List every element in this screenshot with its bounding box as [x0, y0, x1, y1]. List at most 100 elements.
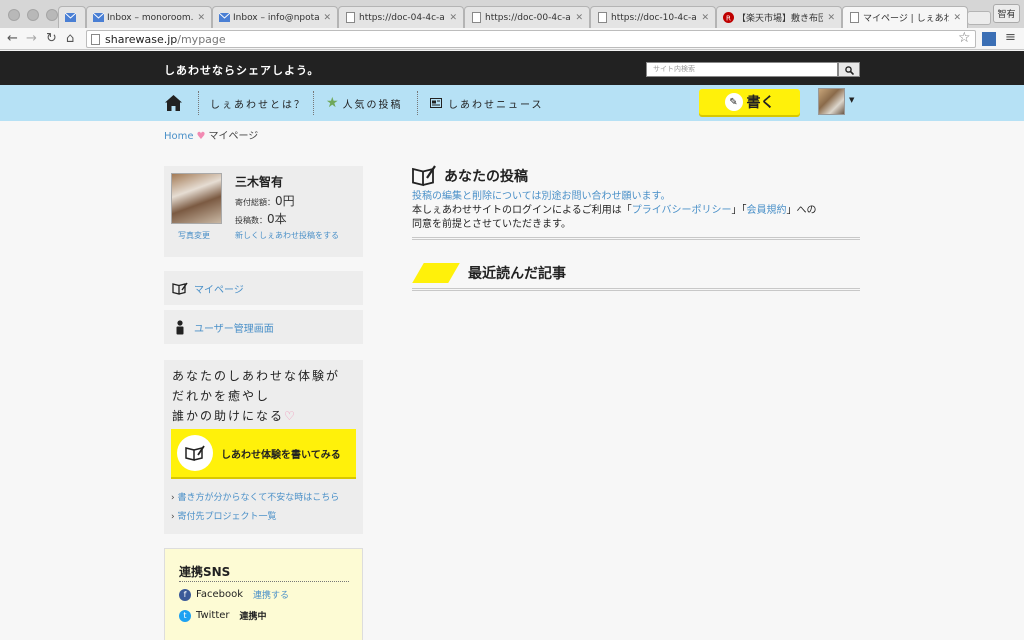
svg-text:R: R	[726, 15, 731, 23]
browser-tab-4[interactable]: https://doc-00-4c-app ✕	[464, 6, 590, 28]
login-note: 本しぇあわせサイトのログインによるご利用は「プライバシーポリシー」「会員規約」へ…	[412, 204, 862, 218]
nav-divider	[417, 91, 418, 115]
recent-heading-text: 最近読んだ記事	[468, 266, 566, 282]
promo-line: あなたのしあわせな体験が	[172, 369, 341, 383]
extension-icon[interactable]	[982, 32, 996, 46]
zoom-window-button[interactable]	[46, 9, 58, 21]
tab-title: マイページ | しぇあわせ	[863, 14, 949, 24]
minimize-window-button[interactable]	[27, 9, 39, 21]
nav-item-popular[interactable]: ★ 人気の投稿	[326, 85, 403, 121]
browser-tab-0[interactable]	[58, 6, 86, 28]
nav-label: しあわせニュース	[448, 99, 544, 111]
change-photo-link[interactable]: 写真変更	[178, 230, 210, 241]
site-search-input[interactable]: サイト内検索	[646, 62, 838, 77]
promo-card: あなたのしあわせな体験が だれかを癒やし 誰かの助けになる♡ しあわせ体験を書い…	[164, 360, 363, 534]
nav-label: しぇあわせとは？	[210, 99, 306, 111]
breadcrumb-home[interactable]: Home	[164, 131, 194, 142]
close-tab-icon[interactable]: ✕	[701, 13, 709, 23]
web-page: しあわせならシェアしよう。 サイト内検索 しぇあわせとは？ ★ 人気の投稿 しあ…	[0, 51, 1024, 640]
caret-down-icon[interactable]: ▼	[849, 96, 854, 104]
back-arrow-icon[interactable]: ←	[7, 31, 18, 47]
profile-photo	[171, 173, 222, 224]
nav-item-about[interactable]: しぇあわせとは？	[210, 85, 306, 121]
bookmark-star-icon[interactable]: ☆	[958, 30, 971, 46]
profile-name: 三木智有	[235, 175, 284, 189]
search-button[interactable]	[838, 62, 860, 77]
nav-item-news[interactable]: しあわせニュース	[430, 85, 544, 121]
write-experience-label: しあわせ体験を書いてみる	[221, 449, 341, 461]
browser-tab-active[interactable]: マイページ | しぇあわせ ✕	[842, 6, 968, 28]
close-tab-icon[interactable]: ✕	[575, 13, 583, 23]
browser-window: Inbox – monoroom.dmp ✕ Inbox – info@npot…	[0, 0, 1024, 640]
sidebar-item-label: マイページ	[194, 284, 244, 296]
promo-line-3: 誰かの助けになる♡	[172, 406, 340, 426]
close-tab-icon[interactable]: ✕	[827, 13, 835, 23]
write-experience-button[interactable]: しあわせ体験を書いてみる	[171, 429, 356, 477]
document-icon	[471, 12, 482, 23]
nav-divider	[313, 91, 314, 115]
person-icon	[172, 319, 188, 334]
new-post-link[interactable]: 新しくしぇあわせ投稿をする	[235, 230, 339, 241]
posts-heading: あなたの投稿	[412, 165, 528, 187]
promo-message: あなたのしあわせな体験が だれかを癒やし 誰かの助けになる♡	[172, 366, 340, 426]
notebook-pen-icon: ✎	[724, 93, 743, 111]
breadcrumb-current: マイページ	[208, 131, 259, 142]
privacy-policy-link[interactable]: プライバシーポリシー	[632, 205, 732, 216]
facebook-connect-link[interactable]: 連携する	[253, 588, 289, 601]
tab-title: https://doc-04-4c-app	[359, 12, 445, 23]
browser-tab-1[interactable]: Inbox – monoroom.dmp ✕	[86, 6, 212, 28]
tab-title: Inbox – monoroom.dmp	[107, 12, 194, 23]
close-window-button[interactable]	[8, 9, 20, 21]
document-icon	[597, 12, 608, 23]
sidebar-item-mypage[interactable]: マイページ	[164, 271, 363, 305]
tab-title: Inbox – info@npotadaim	[233, 12, 320, 23]
close-tab-icon[interactable]: ✕	[323, 13, 331, 23]
close-tab-icon[interactable]: ✕	[449, 13, 457, 23]
user-avatar[interactable]	[818, 88, 845, 115]
post-count: 投稿数：0本	[235, 210, 287, 227]
highlighter-icon	[412, 263, 460, 283]
tab-strip: Inbox – monoroom.dmp ✕ Inbox – info@npot…	[0, 0, 1024, 28]
promo-line: 誰かの助けになる	[172, 409, 285, 423]
reload-icon[interactable]: ↻	[46, 31, 57, 47]
tab-title: https://doc-10-4c-app	[611, 12, 697, 23]
forward-arrow-icon[interactable]: →	[26, 31, 37, 47]
site-tagline: しあわせならシェアしよう。	[164, 64, 320, 77]
posts-note: 投稿の編集と削除については別途お問い合わせ願います。 本しぇあわせサイトのログイ…	[412, 190, 862, 232]
note-text: 同意を前提とさせていただきます。	[412, 219, 571, 230]
news-icon	[430, 98, 442, 108]
url-path: /mypage	[177, 32, 226, 46]
terms-link[interactable]: 会員規約	[747, 205, 787, 216]
tab-title: https://doc-00-4c-app	[485, 12, 571, 23]
projects-label: 寄付先プロジェクト一覧	[177, 512, 277, 522]
url-host: sharewase.jp	[105, 32, 178, 46]
browser-tab-2[interactable]: Inbox – info@npotadaim ✕	[212, 6, 338, 28]
home-icon[interactable]: ⌂	[66, 31, 74, 47]
hamburger-menu-icon[interactable]: ≡	[1005, 30, 1016, 45]
edit-delete-contact-link[interactable]: 投稿の編集と削除については別途お問い合わせ願います。	[412, 190, 862, 204]
house-icon[interactable]	[164, 94, 183, 112]
howto-link[interactable]: › 書き方が分からなくて不安な時はこちら	[171, 490, 339, 503]
notebook-pen-icon	[172, 281, 188, 295]
section-divider	[412, 288, 860, 291]
note-text: 」への	[786, 205, 817, 216]
window-controls	[8, 9, 58, 21]
browser-tab-6[interactable]: R 【楽天市場】敷き布団用 ✕	[716, 6, 842, 28]
profile-button[interactable]: 智有	[993, 4, 1020, 23]
heart-outline-icon: ♡	[284, 409, 297, 423]
new-tab-button[interactable]	[967, 11, 991, 25]
search-icon	[844, 66, 854, 76]
promo-line: だれかを癒やし	[172, 389, 271, 403]
address-bar[interactable]: sharewase.jp/mypage	[86, 30, 976, 48]
close-tab-icon[interactable]: ✕	[197, 13, 205, 23]
sns-row-twitter: t Twitter 連携中	[179, 609, 267, 622]
site-topbar: しあわせならシェアしよう。 サイト内検索	[0, 51, 1024, 85]
browser-tab-5[interactable]: https://doc-10-4c-app ✕	[590, 6, 716, 28]
donation-total: 寄付総額：0円	[235, 192, 295, 209]
close-tab-icon[interactable]: ✕	[953, 13, 961, 23]
projects-link[interactable]: › 寄付先プロジェクト一覧	[171, 509, 277, 522]
write-button[interactable]: ✎ 書く	[699, 89, 800, 115]
browser-tab-3[interactable]: https://doc-04-4c-app ✕	[338, 6, 464, 28]
sidebar-item-user-admin[interactable]: ユーザー管理画面	[164, 310, 363, 344]
howto-label: 書き方が分からなくて不安な時はこちら	[177, 493, 340, 503]
